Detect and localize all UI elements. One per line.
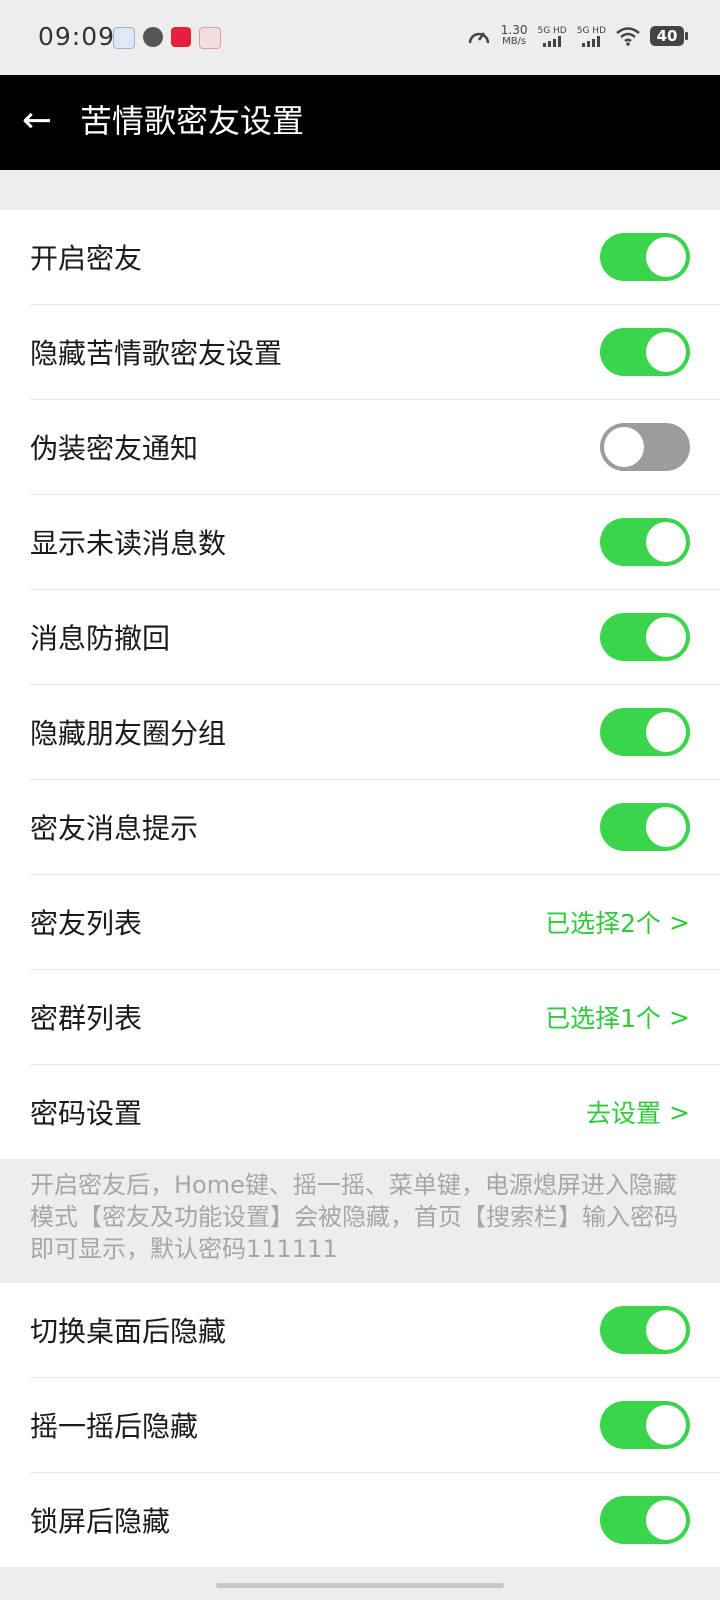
selected-count: 已选择2个 [545,909,662,938]
toggle-knob [646,1310,686,1350]
sim2-signal: 5G HD [577,26,606,47]
app-notification-icon [143,27,163,47]
toggle-knob [604,427,644,467]
toggle-switch[interactable] [600,613,690,661]
sim2-label: 5G HD [576,25,606,36]
speed-unit: MB/s [502,36,527,47]
sim1-signal: 5G HD [537,25,567,47]
toggle-knob [646,1500,686,1540]
setting-value[interactable]: 去设置 > [586,1094,690,1130]
toggle-switch[interactable] [600,1306,690,1354]
setting-label: 摇一摇后隐藏 [30,1410,199,1443]
chevron-right-icon: > [669,907,690,937]
setting-row-unread-count[interactable]: 显示未读消息数 [30,495,720,590]
setting-row-hide-on-shake[interactable]: 摇一摇后隐藏 [30,1378,720,1473]
setting-value[interactable]: 已选择1个 > [545,999,690,1035]
toggle-knob [646,617,686,657]
page-title: 苦情歌密友设置 [80,102,305,140]
chevron-right-icon: > [669,1002,690,1032]
setting-label: 隐藏苦情歌密友设置 [30,337,283,370]
network-speed: 1.30 MB/s [501,24,528,48]
status-indicators: 1.30 MB/s 5G HD 5G HD 40 [467,24,688,48]
toggle-knob [646,1405,686,1445]
status-time: 09:09 [38,22,116,51]
setting-row-hide-on-desktop-switch[interactable]: 切换桌面后隐藏 [30,1283,720,1378]
setting-label: 密友列表 [30,907,143,940]
setting-label: 密群列表 [30,1002,143,1035]
signal-bars-icon [582,35,601,47]
setting-row-enable-friends[interactable]: 开启密友 [30,210,720,305]
toggle-knob [646,522,686,562]
notification-icons [113,27,221,49]
toggle-knob [646,332,686,372]
selected-count: 已选择1个 [545,1004,662,1033]
signal-bars-icon [543,35,562,47]
go-settings-link: 去设置 [586,1099,662,1128]
toggle-switch[interactable] [600,233,690,281]
setting-row-group-list[interactable]: 密群列表 已选择1个 > [30,970,720,1065]
chevron-right-icon: > [669,1097,690,1127]
setting-label: 开启密友 [30,242,143,275]
setting-label: 密码设置 [30,1097,143,1130]
setting-row-anti-recall[interactable]: 消息防撤回 [30,590,720,685]
setting-row-friend-list[interactable]: 密友列表 已选择2个 > [30,875,720,970]
setting-row-hide-moments-group[interactable]: 隐藏朋友圈分组 [30,685,720,780]
toggle-switch[interactable] [600,518,690,566]
title-bar: ← 苦情歌密友设置 [0,75,720,170]
setting-value[interactable]: 已选择2个 > [545,904,690,940]
speed-value: 1.30 [500,23,528,37]
toggle-switch[interactable] [600,803,690,851]
setting-row-hide-on-lock[interactable]: 锁屏后隐藏 [30,1473,720,1567]
hint-text: 开启密友后，Home键、摇一摇、菜单键，电源熄屏进入隐藏模式【密友及功能设置】会… [0,1159,720,1283]
setting-label: 隐藏朋友圈分组 [30,717,227,750]
toggle-switch[interactable] [600,1401,690,1449]
app-notification-icon [199,27,221,49]
setting-label: 密友消息提示 [30,812,199,845]
home-indicator[interactable] [216,1583,504,1588]
app-notification-icon [171,27,191,47]
setting-label: 切换桌面后隐藏 [30,1315,227,1348]
setting-row-password[interactable]: 密码设置 去设置 > [30,1065,720,1159]
toggle-switch[interactable] [600,328,690,376]
back-arrow-icon[interactable]: ← [22,101,52,141]
setting-label: 消息防撤回 [30,622,171,655]
status-bar: 09:09 1.30 MB/s 5G HD 5G HD 40 [0,0,720,75]
toggle-switch[interactable] [600,708,690,756]
toggle-knob [646,237,686,277]
setting-row-message-alert[interactable]: 密友消息提示 [30,780,720,875]
setting-row-hide-settings[interactable]: 隐藏苦情歌密友设置 [30,305,720,400]
setting-label: 锁屏后隐藏 [30,1505,171,1538]
setting-row-disguise-notification[interactable]: 伪装密友通知 [30,400,720,495]
wifi-icon [616,27,640,46]
battery-icon: 40 [650,26,688,46]
toggle-switch[interactable] [600,1496,690,1544]
app-notification-icon [113,27,135,49]
toggle-knob [646,712,686,752]
speedometer-icon [468,32,489,44]
settings-section-hide: 切换桌面后隐藏 摇一摇后隐藏 锁屏后隐藏 [0,1283,720,1567]
settings-section-main: 开启密友 隐藏苦情歌密友设置 伪装密友通知 显示未读消息数 消息防撤回 隐藏朋友… [0,210,720,1159]
section-spacer [0,170,720,210]
setting-label: 显示未读消息数 [30,527,227,560]
toggle-knob [646,807,686,847]
sim1-label: 5G HD [537,25,567,36]
toggle-switch[interactable] [600,423,690,471]
setting-label: 伪装密友通知 [30,432,199,465]
